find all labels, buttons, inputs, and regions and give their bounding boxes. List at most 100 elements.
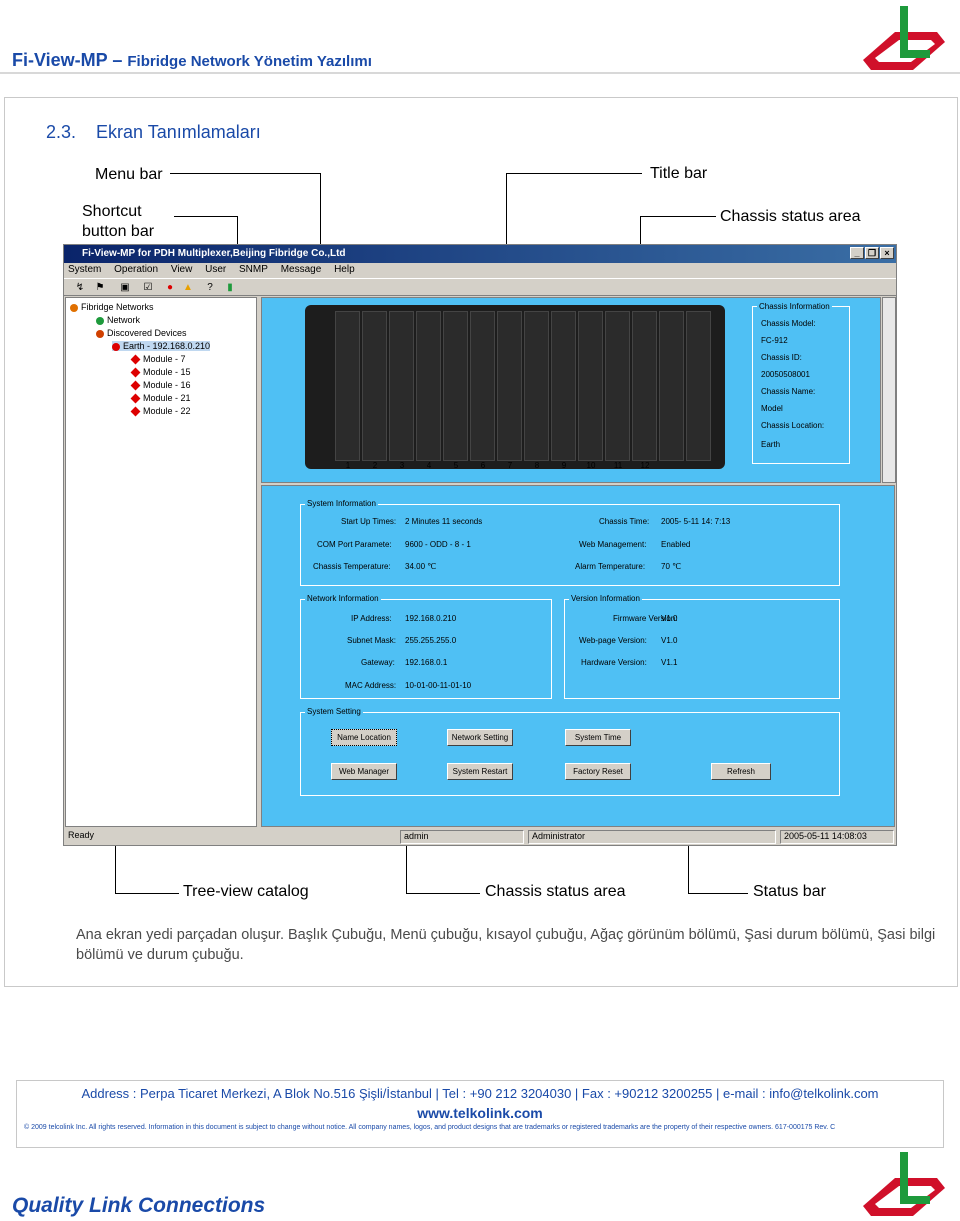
menu-message[interactable]: Message xyxy=(281,264,322,275)
chassis-slot[interactable] xyxy=(335,311,360,461)
tree-node-network[interactable]: Network xyxy=(96,315,140,325)
chassis-slot[interactable] xyxy=(632,311,657,461)
slot-number: 5 xyxy=(453,461,459,470)
chassis-slot[interactable] xyxy=(416,311,441,461)
product-name: Fi-View-MP xyxy=(12,50,108,70)
footer-website-link[interactable]: www.telkolink.com xyxy=(0,1105,960,1121)
slot-number: 6 xyxy=(480,461,486,470)
tree-node-module[interactable]: Module - 7 xyxy=(130,354,186,365)
mac-label: MAC Address: xyxy=(345,681,397,690)
slot-number: 1 xyxy=(345,461,351,470)
slot-number: 2 xyxy=(372,461,378,470)
module-alarm-icon xyxy=(130,380,141,391)
name-location-button[interactable]: Name Location xyxy=(331,729,397,746)
tree-node-module[interactable]: Module - 21 xyxy=(130,393,191,404)
module-alarm-icon xyxy=(130,406,141,417)
check-icon[interactable]: ☑ xyxy=(142,282,154,294)
tree-node-module[interactable]: Module - 22 xyxy=(130,406,191,417)
status-ready: Ready xyxy=(68,830,95,840)
chassis-slot[interactable] xyxy=(605,311,630,461)
tree-node-earth[interactable]: Earth - 192.168.0.210 xyxy=(112,341,211,351)
gateway-value: 192.168.0.1 xyxy=(405,658,448,667)
tree-node-module[interactable]: Module - 16 xyxy=(130,380,191,391)
app-menu-bar: System Operation View User SNMP Message … xyxy=(64,263,896,278)
menu-operation[interactable]: Operation xyxy=(114,264,158,275)
com-port-value: 9600 - ODD - 8 - 1 xyxy=(405,540,471,549)
chassis-slot[interactable] xyxy=(686,311,711,461)
menu-user[interactable]: User xyxy=(205,264,226,275)
chassis-status-area: 1 2 3 4 5 6 7 8 9 10 11 12 Chassis Infor… xyxy=(261,297,881,483)
section-title: Ekran Tanımlamaları xyxy=(96,122,261,142)
title-dash: – xyxy=(107,50,128,70)
flag-icon[interactable]: ⚑ xyxy=(94,282,106,294)
chassis-time-value: 2005- 5-11 14: 7:13 xyxy=(661,517,731,526)
alarm-temp-value: 70 ℃ xyxy=(661,562,682,571)
connect-icon[interactable]: ↯ xyxy=(74,282,86,294)
network-setting-button[interactable]: Network Setting xyxy=(447,729,513,746)
leader-line xyxy=(115,893,179,894)
startup-label: Start Up Times: xyxy=(341,517,397,526)
status-user: admin xyxy=(400,830,524,844)
webpage-value: V1.0 xyxy=(661,636,678,645)
callout-menu-bar: Menu bar xyxy=(95,166,163,183)
chassis-id-value: 20050508001 xyxy=(761,370,810,379)
tree-node-discovered[interactable]: Discovered Devices xyxy=(96,328,187,338)
menu-help[interactable]: Help xyxy=(334,264,355,275)
callout-status-bar: Status bar xyxy=(753,883,826,900)
chassis-slot[interactable] xyxy=(389,311,414,461)
help-icon[interactable]: ? xyxy=(204,282,216,294)
chassis-slot[interactable] xyxy=(578,311,603,461)
exit-icon[interactable]: ▮ xyxy=(224,282,236,294)
system-time-button[interactable]: System Time xyxy=(565,729,631,746)
menu-view[interactable]: View xyxy=(171,264,193,275)
chassis-slot[interactable] xyxy=(497,311,522,461)
warning-icon[interactable]: ▲ xyxy=(182,282,194,294)
factory-reset-button[interactable]: Factory Reset xyxy=(565,763,631,780)
chassis-slot[interactable] xyxy=(443,311,468,461)
telkolink-logo xyxy=(863,6,945,70)
device-icon[interactable]: ▣ xyxy=(119,282,131,294)
web-management-label: Web Management: xyxy=(579,540,647,549)
footer-copyright: © 2009 telcolink Inc. All rights reserve… xyxy=(24,1124,836,1131)
slot-number: 4 xyxy=(426,461,432,470)
menu-system[interactable]: System xyxy=(68,264,101,275)
chassis-location-value: Earth xyxy=(761,440,781,449)
tree-node-module[interactable]: Module - 15 xyxy=(130,367,191,378)
web-manager-button[interactable]: Web Manager xyxy=(331,763,397,780)
chassis-model-label: Chassis Model: xyxy=(761,319,816,328)
minimize-icon[interactable]: _ xyxy=(850,247,864,259)
hardware-value: V1.1 xyxy=(661,658,678,667)
section-description: Ana ekran yedi parçadan oluşur. Başlık Ç… xyxy=(76,927,936,963)
module-alarm-icon xyxy=(130,354,141,365)
slot-number: 8 xyxy=(534,461,540,470)
chassis-information-group: Chassis Information Chassis Model: FC-91… xyxy=(752,302,850,464)
refresh-button[interactable]: Refresh xyxy=(711,763,771,780)
chassis-time-label: Chassis Time: xyxy=(599,517,650,526)
menu-snmp[interactable]: SNMP xyxy=(239,264,268,275)
system-info-title: System Information xyxy=(305,499,378,508)
chassis-scrollbar[interactable] xyxy=(882,297,896,483)
network-info-title: Network Information xyxy=(305,594,381,603)
subnet-value: 255.255.255.0 xyxy=(405,636,457,645)
chassis-slot[interactable] xyxy=(470,311,495,461)
slot-number: 11 xyxy=(613,461,623,470)
webpage-label: Web-page Version: xyxy=(579,636,647,645)
chassis-icon xyxy=(112,342,120,351)
chassis-slot[interactable] xyxy=(362,311,387,461)
chassis-rack-image xyxy=(305,305,725,469)
leader-line xyxy=(688,840,689,894)
close-icon[interactable]: × xyxy=(880,247,894,259)
leader-line xyxy=(688,893,748,894)
restore-icon[interactable]: ❐ xyxy=(865,247,879,259)
stop-icon[interactable]: ● xyxy=(164,282,176,294)
product-subtitle: Fibridge Network Yönetim Yazılımı xyxy=(127,53,372,70)
status-datetime: 2005-05-11 14:08:03 xyxy=(780,830,894,844)
footer-slogan: Quality Link Connections xyxy=(12,1194,266,1217)
tree-node-root[interactable]: Fibridge Networks xyxy=(70,302,154,312)
chassis-slot[interactable] xyxy=(551,311,576,461)
system-restart-button[interactable]: System Restart xyxy=(447,763,513,780)
ip-value: 192.168.0.210 xyxy=(405,614,457,623)
chassis-slot[interactable] xyxy=(524,311,549,461)
chassis-slot[interactable] xyxy=(659,311,684,461)
leader-line xyxy=(174,216,238,217)
